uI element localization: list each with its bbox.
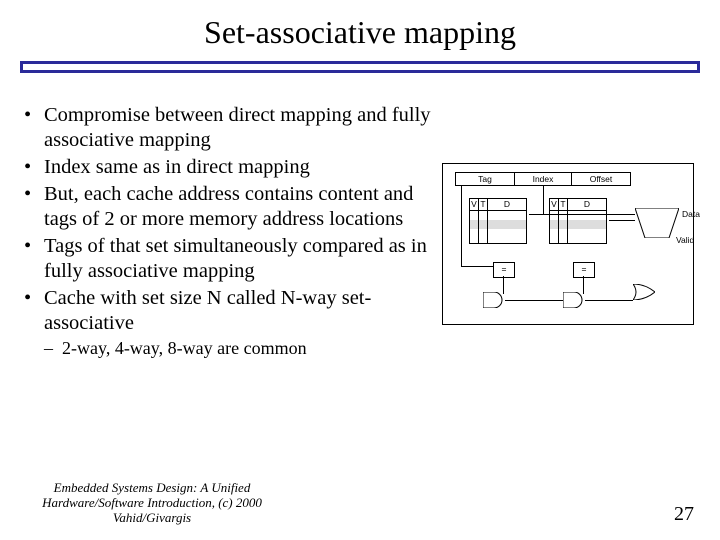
col-v-header: V: [470, 199, 478, 211]
bullet-list: Compromise between direct mapping and fu…: [22, 103, 442, 362]
cache-array-0: V T D: [469, 198, 527, 244]
and-gate-1-icon: [563, 292, 585, 308]
cache-diagram: Tag Index Offset V T D V T D = =: [442, 163, 712, 373]
col-d-header: D: [488, 199, 526, 211]
bullet-item: Tags of that set simultaneously compared…: [22, 234, 442, 284]
address-bar: Tag Index Offset: [455, 172, 631, 186]
comparator-0: =: [493, 262, 515, 278]
addr-offset-field: Offset: [571, 172, 631, 186]
data-output-label: Data: [682, 209, 700, 219]
bullet-item: Cache with set size N called N-way set-a…: [22, 286, 442, 336]
footer-line2: Hardware/Software Introduction, (c) 2000…: [42, 495, 262, 525]
bullet-item: Compromise between direct mapping and fu…: [22, 103, 442, 153]
bullet-item: Index same as in direct mapping: [22, 155, 442, 180]
col-t-header: T: [479, 199, 487, 211]
footer-source: Embedded Systems Design: A Unified Hardw…: [22, 481, 282, 526]
bullet-item: But, each cache address contains content…: [22, 182, 442, 232]
col-d-header: D: [568, 199, 606, 211]
valid-output-label: Valid: [676, 235, 694, 245]
col-v-header: V: [550, 199, 558, 211]
footer-line1: Embedded Systems Design: A Unified: [54, 480, 251, 495]
mux-icon: [635, 208, 679, 238]
slide-title: Set-associative mapping: [0, 0, 720, 57]
and-gate-0-icon: [483, 292, 505, 308]
title-rule: [20, 61, 700, 73]
comparator-1: =: [573, 262, 595, 278]
page-number: 27: [674, 503, 694, 526]
or-gate-icon: [633, 284, 655, 300]
cache-array-1: V T D: [549, 198, 607, 244]
addr-index-field: Index: [514, 172, 572, 186]
sub-bullet-item: 2-way, 4-way, 8-way are common: [22, 338, 442, 360]
addr-tag-field: Tag: [455, 172, 515, 186]
col-t-header: T: [559, 199, 567, 211]
